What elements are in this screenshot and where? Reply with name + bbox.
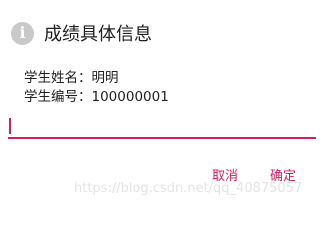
input-underline: [8, 137, 316, 139]
text-cursor: [9, 118, 11, 134]
watermark: https://blog.csdn.net/qq_40875057: [74, 181, 303, 196]
dialog-title-row: i 成绩具体信息: [11, 21, 152, 45]
student-name-line: 学生姓名：明明: [24, 70, 119, 86]
dialog-title: 成绩具体信息: [44, 24, 152, 45]
info-icon: i: [11, 21, 34, 45]
student-id-line: 学生编号：100000001: [24, 89, 169, 105]
text-input[interactable]: [8, 114, 316, 139]
dialog-message: 学生姓名：明明 学生编号：100000001: [24, 69, 169, 107]
alert-dialog: i 成绩具体信息 学生姓名：明明 学生编号：100000001 取消 确定 ht…: [0, 0, 327, 203]
